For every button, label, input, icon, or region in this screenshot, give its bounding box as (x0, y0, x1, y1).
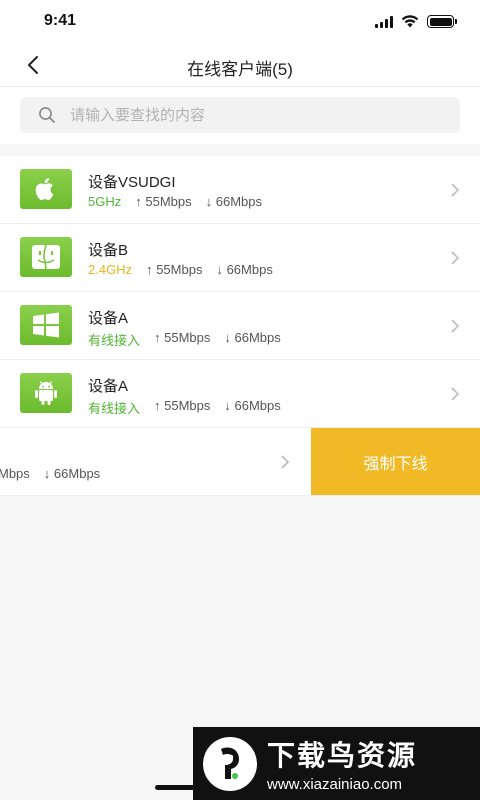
chevron-right-icon (451, 319, 460, 333)
status-icons (375, 15, 457, 28)
arrow-up-icon: ↑ (154, 398, 165, 413)
search-box[interactable] (20, 97, 460, 133)
list-item-device[interactable]: 设备A 有线接入 ↑ 55Mbps ↓ 66Mbps (0, 292, 480, 360)
device-icon-tile (20, 169, 72, 209)
status-bar: 9:41 (0, 0, 480, 44)
arrow-up-icon: ↑ (154, 330, 165, 345)
upload-value: 55Mbps (164, 330, 211, 345)
arrow-down-icon: ↓ (43, 466, 54, 481)
device-icon-tile (20, 373, 72, 413)
device-band: 有线接入 (88, 401, 141, 416)
device-stats: 5GHz ↑ 55Mbps ↓ 66Mbps (88, 194, 262, 209)
windows-icon (33, 312, 59, 338)
download-value: 66Mbps (215, 194, 262, 209)
device-band: 2.4GHz (88, 262, 133, 277)
watermark-text: 下载鸟资源 www.xiazainiao.com (267, 734, 417, 793)
download-value: 66Mbps (226, 262, 273, 277)
list-item-device[interactable]: 设备B 2.4GHz ↑ 55Mbps ↓ 66Mbps (0, 224, 480, 292)
search-bar (0, 86, 480, 144)
bird-logo-icon (203, 736, 257, 791)
upload-speed: ↑ 55Mbps (154, 398, 210, 417)
chevron-right-icon (451, 251, 460, 265)
device-stats: 2.4GHz ↑ 55Mbps ↓ 66Mbps (88, 262, 273, 277)
device-icon-tile (20, 237, 72, 277)
chevron-right-icon (281, 455, 290, 469)
apple-icon (35, 178, 54, 200)
arrow-down-icon: ↓ (224, 330, 235, 345)
finder-icon (32, 244, 60, 270)
download-speed: ↓ 66Mbps (224, 330, 280, 349)
download-speed: ↓ 66Mbps (206, 194, 262, 209)
status-time: 9:41 (44, 12, 77, 29)
device-name: 设备A (88, 310, 129, 327)
device-band: 有线接入 (88, 333, 141, 348)
upload-value-partial: Mbps (0, 466, 30, 481)
device-band: 5GHz (88, 194, 122, 209)
upload-value: 55Mbps (156, 262, 203, 277)
arrow-down-icon: ↓ (216, 262, 227, 277)
search-icon (39, 107, 55, 123)
upload-value: 55Mbps (145, 194, 192, 209)
arrow-down-icon: ↓ (224, 398, 235, 413)
upload-value: 55Mbps (164, 398, 211, 413)
watermark: 下载鸟资源 www.xiazainiao.com (193, 727, 480, 800)
device-stats: 有线接入 ↑ 55Mbps ↓ 66Mbps (88, 330, 281, 349)
watermark-url: www.xiazainiao.com (267, 776, 403, 793)
android-icon (35, 381, 57, 405)
chevron-right-icon (451, 387, 460, 401)
force-offline-button[interactable]: 强制下线 (311, 428, 480, 495)
download-speed: ↓ 66Mbps (44, 466, 100, 481)
search-input[interactable] (70, 106, 430, 124)
device-name: 设备B (88, 242, 129, 259)
device-name: 设备A (88, 378, 129, 395)
device-stats: Mbps ↓ 66Mbps (0, 466, 100, 481)
download-speed: ↓ 66Mbps (216, 262, 272, 277)
download-value: 66Mbps (53, 466, 101, 481)
arrow-down-icon: ↓ (205, 194, 216, 209)
nav-bar: 在线客户端(5) (0, 44, 480, 86)
page-title: 在线客户端(5) (187, 60, 293, 79)
list-item-device[interactable]: 设备A 有线接入 ↑ 55Mbps ↓ 66Mbps (0, 360, 480, 428)
upload-speed: ↑ 55Mbps (154, 330, 210, 349)
cellular-signal-icon (375, 15, 393, 28)
list-item-device-swiped[interactable]: Mbps ↓ 66Mbps 强制下线 (0, 428, 480, 496)
device-icon-tile (20, 305, 72, 345)
download-value: 66Mbps (234, 398, 281, 413)
arrow-up-icon: ↑ (135, 194, 146, 209)
wifi-icon (401, 15, 419, 28)
chevron-right-icon (451, 183, 460, 197)
device-list: 设备VSUDGI 5GHz ↑ 55Mbps ↓ 66Mbps 设备B 2.4G… (0, 156, 480, 496)
download-value: 66Mbps (234, 330, 281, 345)
upload-speed: ↑ 55Mbps (146, 262, 202, 277)
device-name: 设备VSUDGI (88, 174, 176, 191)
watermark-title: 下载鸟资源 (267, 740, 418, 771)
screen: 9:41 在线客户端(5) 请输入要查找的内容 设备VSUDGI 5GHz ↑ … (0, 0, 480, 800)
arrow-up-icon: ↑ (146, 262, 157, 277)
upload-speed: ↑ 55Mbps (135, 194, 191, 209)
download-speed: ↓ 66Mbps (224, 398, 280, 417)
list-item-device[interactable]: 设备VSUDGI 5GHz ↑ 55Mbps ↓ 66Mbps (0, 156, 480, 224)
battery-icon (427, 15, 457, 28)
device-stats: 有线接入 ↑ 55Mbps ↓ 66Mbps (88, 398, 281, 417)
